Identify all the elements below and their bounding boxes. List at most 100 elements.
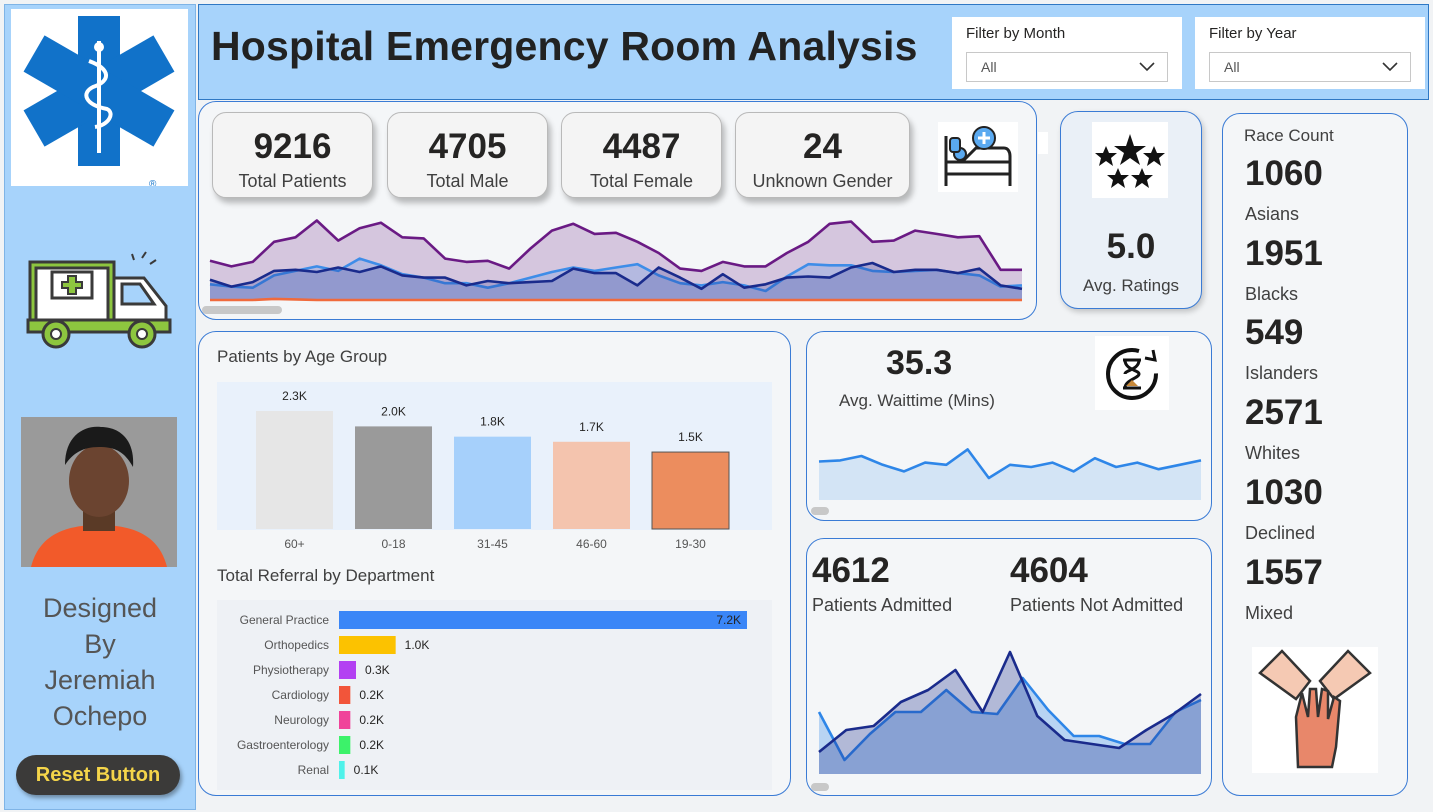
kpi-label: Unknown Gender: [752, 171, 893, 191]
chevron-down-icon: [1139, 62, 1155, 72]
kpi-total-patients: 9216 Total Patients: [212, 112, 373, 198]
referral-bar[interactable]: [339, 686, 351, 704]
race-label: Blacks: [1245, 284, 1299, 304]
referral-bar-label: 0.3K: [365, 663, 390, 677]
race-value: 1951: [1245, 234, 1323, 273]
admitted-value: 4612: [812, 551, 890, 590]
referral-bar-label: 0.1K: [354, 763, 379, 777]
waittime-trend-chart: [818, 448, 1202, 500]
filter-month-select[interactable]: All: [966, 52, 1168, 82]
age-bar[interactable]: [256, 411, 333, 529]
filter-month-value: All: [981, 59, 997, 75]
referral-bar-label: 0.2K: [359, 713, 384, 727]
age-category-label: 0-18: [381, 537, 405, 551]
race-item-islanders: 549 Islanders: [1245, 315, 1318, 382]
referral-bar[interactable]: [339, 761, 345, 779]
star-of-life-logo: ®: [11, 9, 188, 190]
age-category-label: 31-45: [477, 537, 508, 551]
age-group-title: Patients by Age Group: [217, 347, 388, 366]
horizontal-scrollbar[interactable]: [811, 783, 829, 791]
age-bar[interactable]: [355, 426, 432, 529]
series-area: [819, 449, 1201, 500]
ambulance-icon: [26, 250, 172, 350]
referral-category-label: Gastroenterology: [237, 738, 329, 752]
series-area: [819, 652, 1201, 774]
race-value: 2571: [1245, 393, 1323, 432]
race-item-declined: 1030 Declined: [1245, 475, 1323, 542]
kpi-unknown-gender: 24 Unknown Gender: [735, 112, 910, 198]
referral-bar[interactable]: [339, 736, 351, 754]
not-admitted-label: Patients Not Admitted: [1010, 595, 1184, 615]
credit-line: By: [84, 629, 116, 659]
race-label: Mixed: [1245, 603, 1294, 623]
referral-category-label: Renal: [298, 763, 329, 777]
credit-line: Jeremiah: [44, 665, 156, 695]
reset-button[interactable]: Reset Button: [16, 755, 180, 795]
filter-year-select[interactable]: All: [1209, 52, 1411, 82]
kpi-label: Total Female: [589, 171, 694, 191]
kpi-label: Total Male: [426, 171, 509, 191]
kpi-label: Total Patients: [238, 171, 347, 191]
referral-category-label: Cardiology: [272, 688, 329, 702]
filter-month-label: Filter by Month: [966, 25, 1066, 42]
race-label: Declined: [1245, 523, 1316, 543]
referral-category-label: Orthopedics: [264, 638, 329, 652]
kpi-value: 4487: [602, 127, 681, 166]
designer-credit: Designed By Jeremiah Ochepo: [4, 590, 196, 734]
ratings-label: Avg. Ratings: [1082, 276, 1180, 295]
race-item-asians: 1060 Asians: [1245, 156, 1323, 223]
horizontal-scrollbar[interactable]: [811, 507, 829, 515]
age-bar-label: 1.8K: [480, 415, 505, 429]
admitted-label: Patients Admitted: [812, 595, 953, 615]
designer-photo: [21, 417, 177, 567]
race-item-whites: 2571 Whites: [1245, 395, 1323, 462]
age-bar[interactable]: [553, 441, 630, 529]
race-label: Islanders: [1245, 363, 1319, 383]
referral-bar-label: 7.2K: [716, 613, 741, 627]
race-label: Whites: [1245, 443, 1301, 463]
race-item-mixed: 1557 Mixed: [1245, 555, 1323, 622]
race-count-title: Race Count: [1244, 126, 1334, 145]
race-value: 549: [1245, 313, 1304, 352]
referral-bar[interactable]: [339, 611, 747, 629]
age-bar-label: 1.7K: [579, 420, 604, 434]
filter-year-value: All: [1224, 59, 1240, 75]
referral-category-label: Neurology: [274, 713, 329, 727]
waittime-value: 35.3: [886, 344, 953, 382]
horizontal-scrollbar[interactable]: [202, 306, 282, 314]
race-value: 1030: [1245, 473, 1323, 512]
referral-chart: General Practice 7.2K Orthopedics 1.0K Physi…: [237, 611, 747, 779]
admission-trend-chart: [817, 650, 1202, 774]
credit-line: Designed: [42, 593, 158, 623]
filter-year-label: Filter by Year: [1209, 25, 1297, 42]
referral-bar-label: 0.2K: [359, 738, 384, 752]
referral-bar[interactable]: [339, 636, 396, 654]
kpi-value: 4705: [428, 127, 507, 166]
page-title: Hospital Emergency Room Analysis: [211, 23, 918, 69]
age-group-chart: 2.3K 60+ 2.0K 0-18 1.8K 31-45 1.7K 46-60 1.5K 19-…: [256, 389, 730, 551]
registered-mark-icon: ®: [149, 179, 157, 186]
filter-month: Filter by Month All: [952, 17, 1182, 89]
age-bar[interactable]: [651, 451, 730, 530]
referral-bar[interactable]: [339, 711, 351, 729]
age-bar-label: 1.5K: [678, 430, 703, 444]
race-value: 1060: [1245, 154, 1323, 193]
referral-title: Total Referral by Department: [217, 566, 435, 585]
age-category-label: 19-30: [675, 537, 706, 551]
hospital-bed-icon: [938, 122, 1018, 192]
age-bar-label: 2.0K: [381, 404, 406, 418]
referral-category-label: Physiotherapy: [253, 663, 329, 677]
divider-marker: [1038, 132, 1048, 154]
age-bar-label: 2.3K: [282, 389, 307, 403]
patients-trend-chart: [209, 219, 1023, 302]
diversity-hands-icon: [1252, 647, 1378, 773]
age-category-label: 60+: [284, 537, 304, 551]
referral-bar-label: 1.0K: [405, 638, 430, 652]
series-line[interactable]: [210, 297, 1022, 302]
age-bar[interactable]: [454, 436, 531, 529]
chevron-down-icon: [1382, 62, 1398, 72]
referral-bar[interactable]: [339, 661, 356, 679]
referral-category-label: General Practice: [240, 613, 330, 627]
ratings-value: 5.0: [1106, 227, 1156, 266]
stars-icon: [1092, 122, 1168, 198]
